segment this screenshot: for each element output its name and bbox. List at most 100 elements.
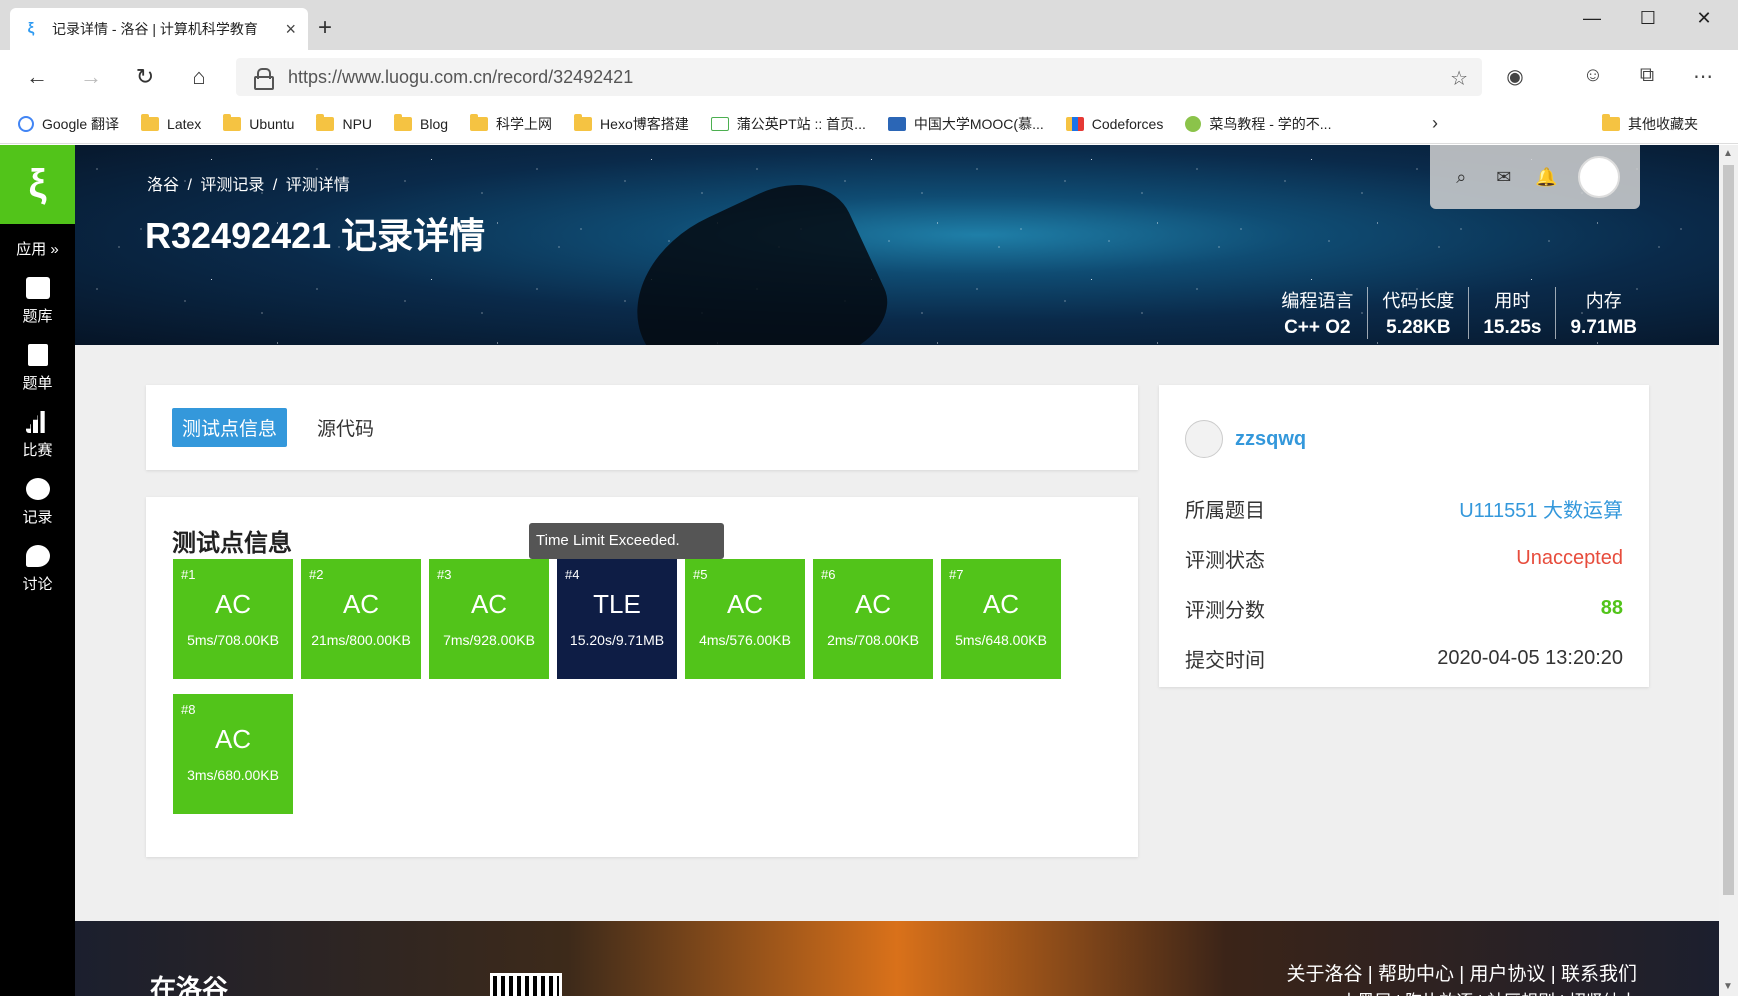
- case-status: AC: [342, 589, 380, 619]
- case-id: #1: [181, 567, 196, 582]
- test-case-tile[interactable]: #4 TLE 15.20s/9.71MB: [557, 559, 677, 679]
- profile-icon[interactable]: ☺: [1578, 64, 1608, 87]
- footer-links[interactable]: 关于洛谷 | 帮助中心 | 用户协议 | 联系我们: [1287, 959, 1637, 986]
- luogu-logo-icon[interactable]: ξ: [0, 145, 75, 224]
- case-id: #7: [949, 567, 964, 582]
- bookmark-item[interactable]: Google 翻译: [18, 114, 119, 134]
- bookmark-item[interactable]: 中国大学MOOC(慕...: [887, 114, 1044, 134]
- case-status: AC: [470, 589, 508, 619]
- bookmark-item[interactable]: Codeforces: [1065, 116, 1163, 132]
- sidebar-item-problems[interactable]: 题库: [0, 277, 75, 326]
- bookmark-label: Ubuntu: [249, 115, 295, 132]
- case-id: #5: [693, 567, 708, 582]
- more-menu-icon[interactable]: ⋯: [1688, 64, 1718, 89]
- tab-source-code[interactable]: 源代码: [307, 408, 384, 447]
- case-id: #6: [821, 567, 836, 582]
- breadcrumb-records[interactable]: 评测记录: [200, 177, 264, 194]
- test-case-tile[interactable]: #2 AC 21ms/800.00KB: [301, 559, 421, 679]
- browser-tab[interactable]: ξ 记录详情 - 洛谷 | 计算机科学教育 ×: [10, 8, 308, 50]
- apps-menu[interactable]: 应用 »: [0, 238, 75, 259]
- maximize-button[interactable]: ☐: [1636, 8, 1660, 29]
- info-row-submit-time: 提交时间 2020-04-05 13:20:20: [1185, 633, 1623, 683]
- chevron-right-icon[interactable]: ›: [1432, 113, 1438, 134]
- record-banner: 洛谷 / 评测记录 / 评测详情 R32492421 记录详情 ⌕ ✉ 🔔 编程…: [75, 145, 1719, 345]
- url-field[interactable]: https://www.luogu.com.cn/record/32492421…: [236, 58, 1482, 96]
- test-case-tile[interactable]: #5 AC 4ms/576.00KB: [685, 559, 805, 679]
- scroll-thumb[interactable]: [1723, 165, 1734, 895]
- case-id: #8: [181, 702, 196, 717]
- breadcrumb-separator: /: [272, 177, 278, 194]
- scroll-down-icon[interactable]: ▼: [1723, 981, 1733, 992]
- tab-test-cases[interactable]: 测试点信息: [172, 408, 288, 447]
- sidebar-item-label: 题单: [22, 375, 53, 392]
- close-tab-icon[interactable]: ×: [285, 19, 296, 40]
- score-value: 88: [1600, 596, 1623, 619]
- bookmark-item[interactable]: 菜鸟教程 - 学的不...: [1185, 114, 1331, 134]
- close-window-button[interactable]: ✕: [1692, 8, 1716, 29]
- sidebar-item-discuss[interactable]: 讨论: [0, 545, 75, 594]
- info-label: 评测状态: [1185, 549, 1265, 572]
- bookmark-item[interactable]: 科学上网: [470, 113, 553, 134]
- case-detail: 15.20s/9.71MB: [569, 632, 665, 648]
- back-button[interactable]: ←: [22, 62, 52, 92]
- bookmark-item[interactable]: Latex: [141, 113, 201, 132]
- refresh-button[interactable]: ↻: [130, 62, 160, 92]
- footer-links-secondary[interactable]: 小黑屋 | 陶片放逐 | 社区规则 | 招贤纳士: [1340, 987, 1637, 996]
- username-link[interactable]: zzsqwq: [1235, 428, 1306, 451]
- breadcrumb-home[interactable]: 洛谷: [147, 177, 179, 194]
- bookmark-item[interactable]: 蒲公英PT站 :: 首页...: [710, 114, 866, 134]
- footer-brand: 在洛谷: [150, 974, 229, 996]
- codeforces-icon: [1065, 116, 1084, 131]
- test-case-tile[interactable]: #3 AC 7ms/928.00KB: [429, 559, 549, 679]
- test-case-tile[interactable]: #8 AC 3ms/680.00KB: [173, 694, 293, 814]
- case-detail: 2ms/708.00KB: [827, 632, 919, 648]
- page-title: R32492421 记录详情: [145, 215, 486, 256]
- bookmark-label: 科学上网: [496, 115, 553, 132]
- case-id: #3: [437, 567, 452, 582]
- minimize-button[interactable]: —: [1580, 8, 1604, 29]
- sidebar-item-records[interactable]: 记录: [0, 478, 75, 527]
- other-bookmarks[interactable]: 其他收藏夹: [1602, 113, 1698, 134]
- tooltip: Time Limit Exceeded.: [529, 523, 724, 559]
- sidebar-item-label: 讨论: [22, 576, 53, 593]
- mail-icon[interactable]: ✉: [1493, 167, 1515, 187]
- page-scrollbar[interactable]: ▲ ▼: [1719, 145, 1738, 996]
- scroll-up-icon[interactable]: ▲: [1723, 148, 1733, 159]
- case-detail: 7ms/928.00KB: [443, 632, 535, 648]
- stat-label: 编程语言: [1281, 291, 1354, 311]
- sidebar-item-problem-lists[interactable]: 题单: [0, 344, 75, 393]
- bookmark-item[interactable]: Ubuntu: [223, 113, 295, 132]
- bookmark-item[interactable]: Hexo博客搭建: [574, 113, 689, 134]
- favorite-star-icon[interactable]: ☆: [1450, 66, 1468, 91]
- bookmark-label: NPU: [342, 115, 373, 132]
- section-title: 测试点信息: [172, 530, 292, 557]
- search-icon[interactable]: ⌕: [1450, 167, 1472, 187]
- avatar[interactable]: [1185, 420, 1223, 458]
- case-detail: 4ms/576.00KB: [699, 632, 791, 648]
- test-case-tile[interactable]: #6 AC 2ms/708.00KB: [813, 559, 933, 679]
- stat-code-length: 代码长度 5.28KB: [1367, 287, 1468, 339]
- case-detail: 5ms/648.00KB: [955, 632, 1047, 648]
- home-button[interactable]: ⌂: [184, 62, 214, 92]
- stat-value: C++ O2: [1284, 317, 1351, 338]
- problem-link[interactable]: U111551 大数运算: [1459, 494, 1623, 523]
- case-status: AC: [726, 589, 764, 619]
- test-case-tile[interactable]: #7 AC 5ms/648.00KB: [941, 559, 1061, 679]
- case-id: #2: [309, 567, 324, 582]
- test-cases-card: 测试点信息 Time Limit Exceeded. #1 AC 5ms/708…: [146, 497, 1138, 857]
- sidebar-item-contests[interactable]: 比赛: [0, 411, 75, 460]
- avatar[interactable]: [1577, 156, 1620, 198]
- bookmark-item[interactable]: Blog: [394, 113, 448, 132]
- folder-icon: [1602, 113, 1620, 131]
- bookmark-item[interactable]: NPU: [316, 113, 373, 132]
- collections-icon[interactable]: ⧉: [1632, 64, 1662, 87]
- folder-icon: [574, 113, 593, 131]
- bell-icon[interactable]: 🔔: [1535, 167, 1557, 187]
- case-status: TLE: [593, 589, 641, 619]
- extension-icon[interactable]: ◉: [1500, 64, 1530, 89]
- new-tab-button[interactable]: +: [318, 14, 332, 42]
- test-case-tile[interactable]: #1 AC 5ms/708.00KB: [173, 559, 293, 679]
- case-detail: 5ms/708.00KB: [187, 632, 279, 648]
- forward-button[interactable]: →: [76, 62, 106, 92]
- info-row-problem: 所属题目 U111551 大数运算: [1185, 483, 1623, 533]
